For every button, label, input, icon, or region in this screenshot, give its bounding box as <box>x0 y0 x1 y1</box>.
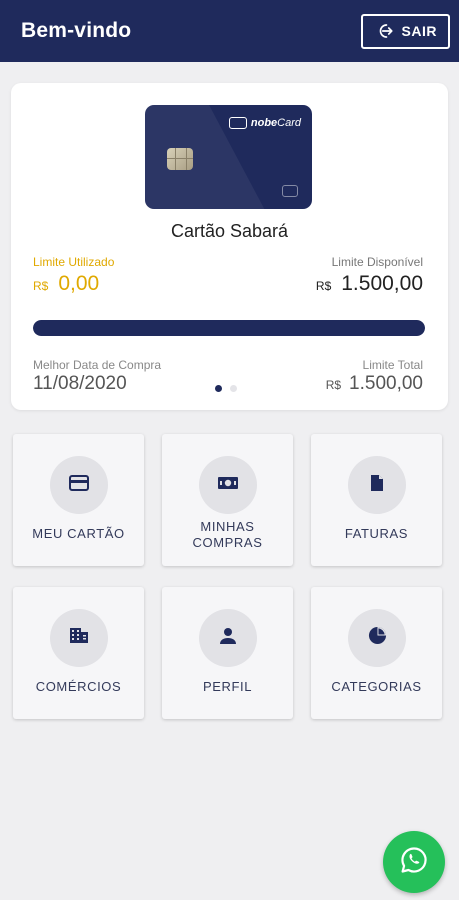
menu-tile-my-card[interactable]: MEU CARTÃO <box>13 434 144 566</box>
categories-label: CATEGORIAS <box>331 679 422 694</box>
invoices-label: FATURAS <box>344 526 409 541</box>
limit-used-currency: R$ <box>33 279 49 293</box>
credit-card-image[interactable]: nobeCard <box>145 105 312 209</box>
person-icon <box>219 627 237 650</box>
whatsapp-button[interactable] <box>383 831 445 893</box>
icon-badge <box>348 456 406 514</box>
document-icon <box>370 474 384 497</box>
card-corner-icon <box>282 185 298 197</box>
total-limit-currency: R$ <box>325 378 342 392</box>
card-name: Cartão Sabará <box>170 221 289 241</box>
icon-badge <box>199 609 257 667</box>
stores-label: COMÉRCIOS <box>35 679 122 694</box>
limit-used-label: Limite Utilizado <box>33 255 115 269</box>
my-purchases-label: MINHAS COMPRAS <box>166 519 289 551</box>
top-app-bar: Bem-vindo SAIR <box>0 0 459 62</box>
best-purchase-date-value: 11/08/2020 <box>33 373 127 394</box>
limit-available-value: 1.500,00 <box>341 272 423 295</box>
card-summary-panel: nobeCard Cartão Sabará Limite Utilizado … <box>11 83 448 410</box>
logout-label: SAIR <box>401 23 437 39</box>
whatsapp-icon <box>399 845 429 880</box>
brand-box-icon <box>228 117 247 129</box>
page-title: Bem-vindo <box>21 19 132 42</box>
carousel-dot-1[interactable] <box>215 385 222 392</box>
total-limit-amount: R$ 1.500,00 <box>326 373 423 395</box>
card-brand-logo: nobeCard <box>228 117 301 129</box>
total-limit-value: 1.500,00 <box>349 373 423 394</box>
building-icon <box>69 627 89 649</box>
limit-progress-bar <box>33 320 425 336</box>
limit-progress-fill <box>33 320 425 336</box>
carousel-indicator <box>215 385 237 392</box>
menu-tile-profile[interactable]: PERFIL <box>162 587 293 719</box>
my-purchases-label-line1: MINHAS <box>200 519 255 534</box>
money-icon <box>217 476 239 495</box>
credit-card-icon <box>69 474 89 496</box>
icon-badge <box>348 609 406 667</box>
logout-icon <box>376 22 394 40</box>
icon-badge <box>199 456 257 514</box>
icon-badge <box>50 609 108 667</box>
brand-suffix: Card <box>277 117 301 129</box>
total-limit-label: Limite Total <box>362 358 423 372</box>
my-purchases-label-line2: COMPRAS <box>192 535 263 550</box>
limit-available-label: Limite Disponível <box>331 255 423 269</box>
menu-tile-categories[interactable]: CATEGORIAS <box>311 587 442 719</box>
chip-icon <box>167 148 193 170</box>
pie-chart-icon <box>368 626 387 650</box>
carousel-dot-2[interactable] <box>230 385 237 392</box>
limit-used-value: 0,00 <box>58 272 100 295</box>
limit-available-currency: R$ <box>315 279 332 293</box>
logout-button[interactable]: SAIR <box>360 13 450 49</box>
icon-badge <box>50 456 108 514</box>
brand-prefix: nobe <box>250 117 278 129</box>
menu-tile-my-purchases[interactable]: MINHAS COMPRAS <box>162 434 293 566</box>
limit-available-amount: R$ 1.500,00 <box>316 272 423 296</box>
limit-used-amount: R$ 0,00 <box>33 272 99 296</box>
menu-tile-stores[interactable]: COMÉRCIOS <box>13 587 144 719</box>
best-purchase-date-label: Melhor Data de Compra <box>33 358 162 372</box>
profile-label: PERFIL <box>202 679 253 694</box>
my-card-label: MEU CARTÃO <box>32 526 125 541</box>
menu-tile-invoices[interactable]: FATURAS <box>311 434 442 566</box>
app-screen: Bem-vindo SAIR nobeCard Cartão Sabará Li… <box>0 0 459 900</box>
